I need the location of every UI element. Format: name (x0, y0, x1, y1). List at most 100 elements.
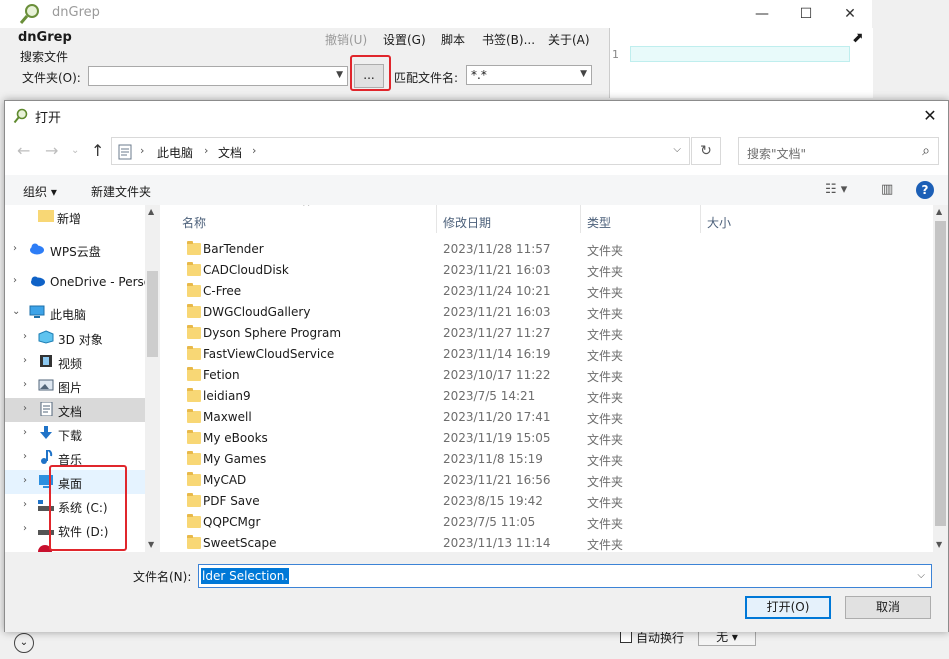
new-folder-button[interactable]: 新建文件夹 (91, 183, 151, 200)
file-row[interactable]: Fetion 2023/10/17 11:22 文件夹 (162, 365, 933, 386)
column-header-type[interactable]: 类型 (581, 205, 701, 233)
file-row[interactable]: leidian9 2023/7/5 14:21 文件夹 (162, 386, 933, 407)
file-date: 2023/8/15 19:42 (443, 494, 543, 508)
pattern-combo[interactable]: *.* ▼ (466, 65, 592, 85)
chevron-down-icon[interactable]: ⌄ (12, 306, 20, 317)
breadcrumb-separator-icon[interactable]: › (140, 144, 144, 157)
file-row[interactable]: BarTender 2023/11/28 11:57 文件夹 (162, 239, 933, 260)
nav-item-this-pc[interactable]: ⌄ 此电脑 (5, 301, 145, 325)
file-row[interactable]: Dyson Sphere Program 2023/11/27 11:27 文件夹 (162, 323, 933, 344)
organize-button[interactable]: 组织 ▾ (23, 183, 57, 200)
filename-input[interactable]: lder Selection. ⌵ (198, 564, 932, 588)
back-arrow-icon[interactable]: ← (17, 141, 30, 160)
menu-settings[interactable]: 设置(G) (383, 31, 426, 48)
file-list-scrollbar[interactable]: ▲ ▼ (933, 205, 948, 552)
file-row[interactable]: Maxwell 2023/11/20 17:41 文件夹 (162, 407, 933, 428)
recent-chevron-icon[interactable]: ⌄ (71, 145, 79, 156)
breadcrumb-separator-icon[interactable]: › (204, 144, 208, 157)
menu-script[interactable]: 脚本 (441, 31, 465, 48)
file-row[interactable]: FastViewCloudService 2023/11/14 16:19 文件夹 (162, 344, 933, 365)
search-input[interactable]: 搜索"文档" ⌕ (738, 137, 939, 165)
dngrep-logo-icon (19, 4, 39, 24)
chevron-down-circle-icon[interactable]: ⌄ (14, 633, 34, 653)
file-row[interactable]: C-Free 2023/11/24 10:21 文件夹 (162, 281, 933, 302)
scroll-up-icon[interactable]: ▲ (148, 207, 154, 216)
breadcrumb-this-pc[interactable]: 此电脑 (157, 144, 193, 161)
file-list[interactable]: 名称 ^ 修改日期 类型 大小 BarTender 2023/11/28 11:5… (162, 205, 933, 552)
preview-pane-icon[interactable]: ▥ (881, 182, 893, 197)
nav-item-videos[interactable]: › 视频 (5, 350, 145, 374)
nav-scrollbar-thumb[interactable] (147, 271, 158, 357)
column-header-size[interactable]: 大小 (701, 205, 781, 233)
folder-icon (187, 451, 201, 465)
up-arrow-icon[interactable]: ↑ (91, 141, 104, 160)
folder-combo[interactable]: ▼ (88, 66, 348, 86)
chevron-right-icon[interactable]: › (23, 331, 27, 342)
cancel-button[interactable]: 取消 (845, 596, 931, 619)
chevron-right-icon[interactable]: › (23, 379, 27, 390)
chevron-down-icon: ▼ (580, 69, 587, 79)
nav-item-documents[interactable]: › 文档 (5, 398, 145, 422)
minimize-icon[interactable]: — (740, 0, 784, 28)
file-row[interactable]: PDF Save 2023/8/15 19:42 文件夹 (162, 491, 933, 512)
file-row[interactable]: CADCloudDisk 2023/11/21 16:03 文件夹 (162, 260, 933, 281)
forward-arrow-icon[interactable]: → (45, 141, 58, 160)
breadcrumb-documents[interactable]: 文档 (218, 144, 242, 161)
line-number: 1 (612, 48, 619, 61)
file-type: 文件夹 (587, 475, 624, 489)
view-options-icon[interactable]: ☷ ▾ (825, 182, 847, 197)
file-type: 文件夹 (587, 370, 624, 384)
file-type: 文件夹 (587, 538, 624, 552)
chevron-right-icon[interactable]: › (23, 475, 27, 486)
file-row[interactable]: DWGCloudGallery 2023/11/21 16:03 文件夹 (162, 302, 933, 323)
filename-value[interactable]: lder Selection. (201, 568, 290, 584)
nav-item-onedrive[interactable]: › OneDrive - Perso (5, 270, 151, 294)
chevron-right-icon[interactable]: › (13, 275, 17, 286)
close-icon[interactable]: ✕ (912, 101, 948, 131)
column-header-date[interactable]: 修改日期 (437, 205, 581, 233)
file-row[interactable]: SweetScape 2023/11/13 11:14 文件夹 (162, 533, 933, 552)
file-row[interactable]: My eBooks 2023/11/19 15:05 文件夹 (162, 428, 933, 449)
preview-editor[interactable] (609, 28, 873, 98)
nav-item-wps-cloud[interactable]: › WPS云盘 (5, 238, 145, 262)
nav-item-pictures[interactable]: › 图片 (5, 374, 145, 398)
menu-about[interactable]: 关于(A) (548, 31, 590, 48)
menu-bookmarks[interactable]: 书签(B)... (482, 31, 535, 48)
pattern-label: 匹配文件名: (394, 71, 459, 85)
scroll-up-icon[interactable]: ▲ (936, 207, 942, 216)
scroll-down-icon[interactable]: ▼ (148, 540, 154, 549)
nav-item-3d-objects[interactable]: › 3D 对象 (5, 326, 145, 350)
nav-scrollbar[interactable]: ▲ ▼ (145, 205, 160, 552)
chevron-right-icon[interactable]: › (23, 499, 27, 510)
breadcrumb-separator-icon[interactable]: › (252, 144, 256, 157)
refresh-icon[interactable]: ↻ (691, 137, 721, 165)
chevron-right-icon[interactable]: › (23, 355, 27, 366)
chevron-right-icon[interactable]: › (13, 243, 17, 254)
chevron-right-icon[interactable]: › (23, 451, 27, 462)
column-header-name[interactable]: 名称 ^ (162, 205, 437, 233)
chevron-down-icon[interactable]: ⌵ (917, 570, 925, 581)
maximize-icon[interactable]: ☐ (784, 0, 828, 28)
help-icon[interactable]: ? (916, 181, 934, 199)
chevron-right-icon[interactable]: › (23, 523, 27, 534)
menu-undo[interactable]: 撤销(U) (325, 31, 367, 48)
highlight-box-browse (350, 55, 391, 91)
file-list-scrollbar-thumb[interactable] (935, 221, 946, 526)
chevron-right-icon[interactable]: › (23, 427, 27, 438)
word-wrap-checkbox[interactable] (620, 631, 632, 643)
music-icon (41, 450, 53, 464)
chevron-down-icon[interactable]: ⌵ (673, 144, 681, 155)
address-bar[interactable]: › 此电脑 › 文档 › ⌵ (111, 137, 690, 165)
nav-item-downloads[interactable]: › 下载 (5, 422, 145, 446)
folder-label: 文件夹(O): (22, 71, 81, 85)
file-row[interactable]: MyCAD 2023/11/21 16:56 文件夹 (162, 470, 933, 491)
chevron-right-icon[interactable]: › (23, 403, 27, 414)
close-icon[interactable]: ✕ (828, 0, 872, 28)
open-button[interactable]: 打开(O) (745, 596, 831, 619)
expand-icon[interactable]: ⬈ (852, 30, 864, 46)
nav-item-label: OneDrive - Perso (50, 275, 152, 289)
file-row[interactable]: QQPCMgr 2023/7/5 11:05 文件夹 (162, 512, 933, 533)
file-row[interactable]: My Games 2023/11/8 15:19 文件夹 (162, 449, 933, 470)
nav-item-new-folder[interactable]: 新增 (5, 205, 145, 229)
scroll-down-icon[interactable]: ▼ (936, 540, 942, 549)
